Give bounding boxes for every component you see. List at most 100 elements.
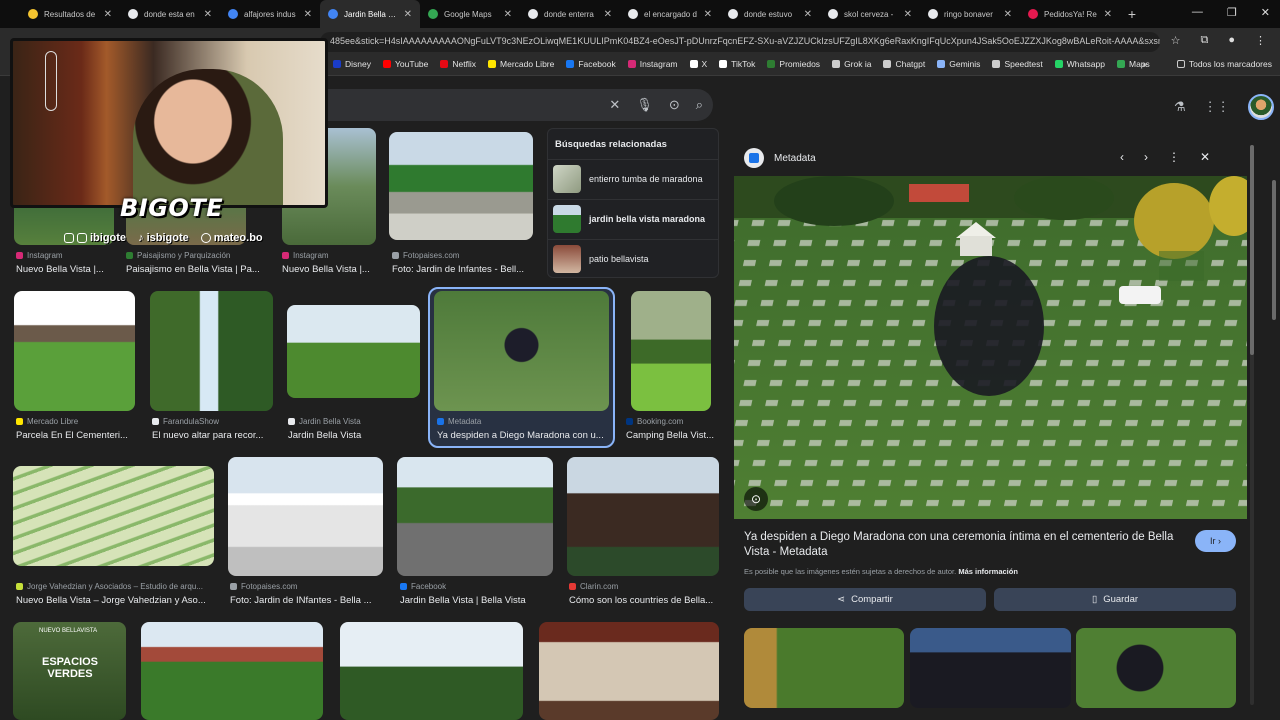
extensions-icon[interactable]: ⧉: [1200, 34, 1208, 47]
tab[interactable]: ringo bonaver ✕: [920, 0, 1020, 28]
star-icon[interactable]: ☆: [1171, 34, 1181, 47]
all-bookmarks-folder[interactable]: Todos los marcadores: [1176, 59, 1272, 69]
close-icon[interactable]: ✕: [704, 9, 712, 20]
image-source[interactable]: Fotopaises.com: [230, 582, 297, 591]
image-caption[interactable]: Jardin Bella Vista | Bella Vista: [400, 595, 555, 606]
clear-icon[interactable]: ✕: [609, 97, 620, 113]
image-source[interactable]: Mercado Libre: [16, 417, 78, 426]
bookmark-item[interactable]: TikTok: [719, 59, 755, 69]
image-caption[interactable]: Jardin Bella Vista: [288, 430, 418, 441]
bookmark-item[interactable]: Disney: [333, 59, 371, 69]
tab[interactable]: donde estuvo ✕: [720, 0, 820, 28]
more-info-link[interactable]: Más información: [958, 567, 1018, 576]
result-image[interactable]: [567, 457, 719, 576]
preview-image[interactable]: [734, 176, 1247, 519]
mic-icon[interactable]: 🎙: [636, 97, 653, 113]
related-image[interactable]: [1076, 628, 1236, 708]
more-bookmarks-icon[interactable]: »: [1142, 59, 1147, 69]
image-caption[interactable]: El nuevo altar para recor...: [152, 430, 277, 441]
image-caption[interactable]: Paisajismo en Bella Vista | Pa...: [126, 264, 266, 275]
labs-icon[interactable]: ⚗: [1174, 99, 1186, 115]
result-title[interactable]: Ya despiden a Diego Maradona con una cer…: [744, 530, 1184, 560]
bookmark-item[interactable]: Netflix: [440, 59, 476, 69]
page-scrollbar[interactable]: [1272, 180, 1276, 320]
related-item[interactable]: patio bellavista: [548, 239, 718, 277]
image-source[interactable]: Jorge Vahedzian y Asociados – Estudio de…: [16, 582, 211, 591]
lens-icon[interactable]: ⊙: [669, 97, 680, 113]
restore-icon[interactable]: ❐: [1227, 6, 1237, 19]
bookmark-item[interactable]: Geminis: [937, 59, 980, 69]
image-source[interactable]: Instagram: [282, 251, 329, 260]
image-source[interactable]: Booking.com: [626, 417, 683, 426]
related-item[interactable]: entierro tumba de maradona: [548, 159, 718, 197]
close-icon[interactable]: ✕: [1104, 9, 1112, 20]
more-icon[interactable]: ⋮: [1168, 150, 1180, 164]
minimize-icon[interactable]: —: [1192, 6, 1203, 19]
close-icon[interactable]: ✕: [1004, 9, 1012, 20]
image-caption[interactable]: Camping Bella Vist...: [626, 430, 718, 441]
tab[interactable]: donde esta en ✕: [120, 0, 220, 28]
tab[interactable]: el encargado d ✕: [620, 0, 720, 28]
result-image[interactable]: [287, 305, 420, 398]
result-image[interactable]: [340, 622, 523, 720]
bookmark-item[interactable]: Grok ia: [832, 59, 871, 69]
image-caption[interactable]: Ya despiden a Diego Maradona con u...: [437, 430, 607, 441]
bookmark-item[interactable]: Instagram: [627, 59, 678, 69]
result-image[interactable]: [14, 291, 135, 411]
close-icon[interactable]: ✕: [904, 9, 912, 20]
bookmark-item[interactable]: Chatgpt: [883, 59, 925, 69]
apps-grid-icon[interactable]: ⋮⋮: [1204, 99, 1230, 115]
result-image[interactable]: [150, 291, 273, 411]
search-input[interactable]: ✕ 🎙 ⊙ ⌕: [320, 89, 713, 121]
new-tab-button[interactable]: +: [1120, 6, 1144, 22]
bookmark-item[interactable]: Speedtest: [992, 59, 1043, 69]
close-icon[interactable]: ✕: [804, 9, 812, 20]
image-caption[interactable]: Nuevo Bella Vista |...: [16, 264, 116, 275]
bookmark-item[interactable]: Promiedos: [767, 59, 820, 69]
result-image[interactable]: [389, 132, 533, 240]
save-button[interactable]: ▯ Guardar: [994, 588, 1236, 611]
image-caption[interactable]: Foto: Jardin de Infantes - Bell...: [392, 264, 532, 275]
result-image[interactable]: NUEVO BELLAVISTA ESPACIOS VERDES: [13, 622, 126, 720]
chevron-right-icon[interactable]: ›: [1144, 150, 1148, 164]
result-image[interactable]: [631, 291, 711, 411]
bookmark-item[interactable]: Mercado Libre: [488, 59, 554, 69]
panel-scrollbar[interactable]: [1250, 145, 1254, 705]
tab-active[interactable]: Jardin Bella Vis ✕: [320, 0, 420, 28]
result-image[interactable]: [141, 622, 323, 720]
related-image[interactable]: [744, 628, 904, 708]
bookmark-item[interactable]: X: [689, 59, 707, 69]
related-image[interactable]: [910, 628, 1071, 708]
image-source[interactable]: Fotopaises.com: [392, 251, 459, 260]
panel-source[interactable]: Metadata: [774, 153, 816, 164]
related-item[interactable]: jardin bella vista maradona: [548, 199, 718, 237]
tab[interactable]: Google Maps ✕: [420, 0, 520, 28]
search-icon[interactable]: ⌕: [696, 97, 703, 113]
url-field[interactable]: 485ee&stick=H4sIAAAAAAAAAONgFuLVT9c3NEzO…: [320, 32, 1160, 52]
share-button[interactable]: ⋖ Compartir: [744, 588, 986, 611]
image-source[interactable]: Facebook: [400, 582, 446, 591]
result-image[interactable]: [434, 291, 609, 411]
profile-icon[interactable]: ●: [1228, 34, 1235, 47]
close-icon[interactable]: ✕: [1200, 150, 1210, 164]
image-source[interactable]: Metadata: [437, 417, 481, 426]
close-icon[interactable]: ✕: [104, 9, 112, 20]
result-image[interactable]: [539, 622, 719, 720]
image-caption[interactable]: Nuevo Bella Vista – Jorge Vahedzian y As…: [16, 595, 211, 606]
tab[interactable]: alfajores indus ✕: [220, 0, 320, 28]
tab[interactable]: Resultados de ✕: [20, 0, 120, 28]
close-icon[interactable]: ✕: [204, 9, 212, 20]
image-source[interactable]: Clarin.com: [569, 582, 618, 591]
lens-search-icon[interactable]: ⊙: [744, 487, 768, 511]
image-source[interactable]: Jardin Bella Vista: [288, 417, 361, 426]
image-source[interactable]: Paisajismo y Parquización: [126, 251, 230, 260]
result-image[interactable]: [13, 466, 214, 566]
result-image[interactable]: [397, 457, 553, 576]
image-caption[interactable]: Parcela En El Cementeri...: [16, 430, 141, 441]
image-source[interactable]: Instagram: [16, 251, 63, 260]
result-image[interactable]: [228, 457, 383, 576]
tab[interactable]: donde enterra ✕: [520, 0, 620, 28]
image-source[interactable]: FarandulaShow: [152, 417, 219, 426]
close-icon[interactable]: ✕: [304, 9, 312, 20]
image-caption[interactable]: Nuevo Bella Vista |...: [282, 264, 382, 275]
